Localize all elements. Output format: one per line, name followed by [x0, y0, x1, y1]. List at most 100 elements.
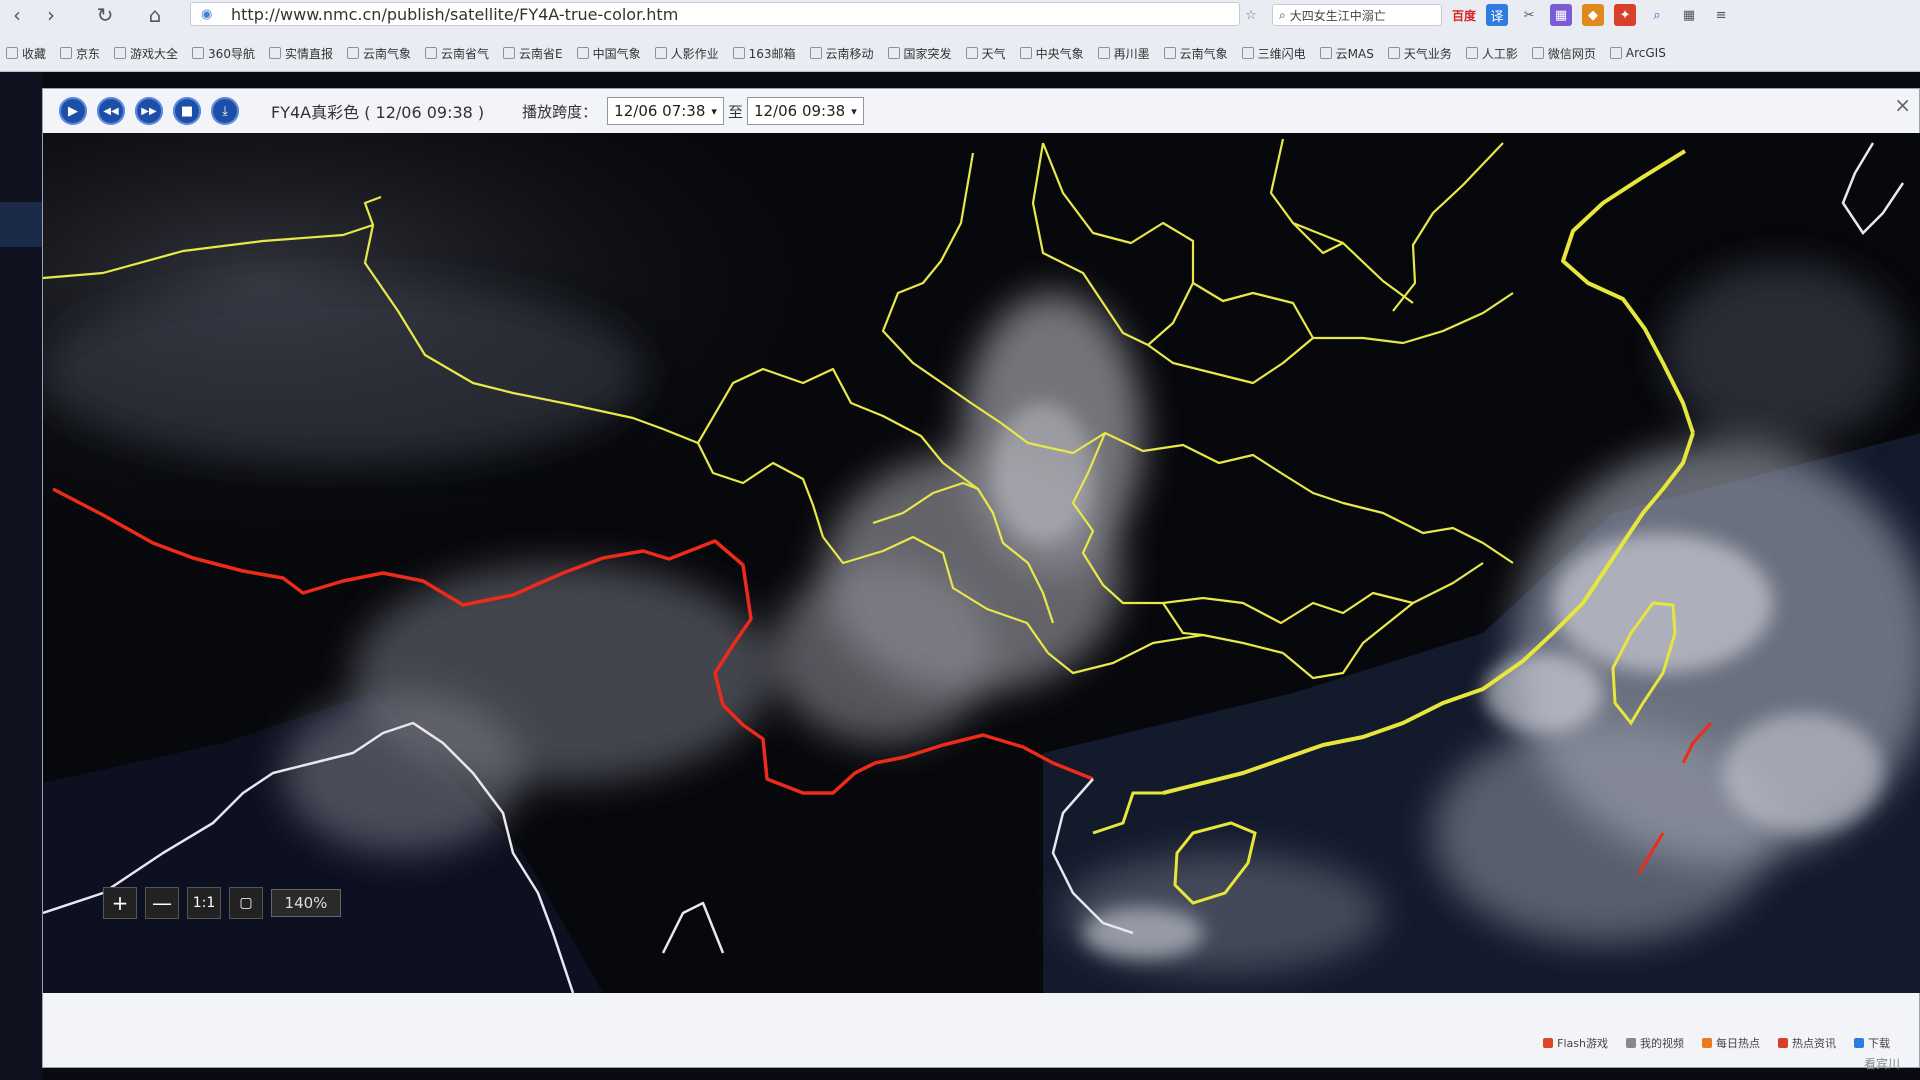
search-box[interactable]: ⌕ 大四女生江中溺亡 — [1272, 4, 1442, 26]
range-to-select[interactable]: 12/06 09:38 ▾ — [746, 97, 864, 125]
bookmark-item[interactable]: 京东 — [60, 45, 100, 62]
bookmark-item[interactable]: 云MAS — [1319, 45, 1374, 62]
bookmark-item[interactable]: 云南省E — [503, 45, 563, 62]
bookmark-item[interactable]: 三维闪电 — [1241, 45, 1306, 62]
bookmark-item[interactable]: ArcGIS — [1609, 46, 1666, 60]
left-panel-highlight — [0, 202, 42, 247]
search-icon: ⌕ — [1279, 7, 1286, 22]
bookmark-label: 中央气象 — [1035, 46, 1084, 61]
bookmark-item[interactable]: 中央气象 — [1019, 45, 1084, 62]
game-icon[interactable]: ✦ — [1614, 4, 1637, 26]
bookmark-item[interactable]: 再川墨 — [1097, 45, 1150, 62]
range-from-select[interactable]: 12/06 07:38 ▾ — [607, 97, 724, 125]
satellite-viewer-window: × ▶ ◀◀ ▶▶ ■ ⤓ FY4A真彩色 ( 12/06 09:38 ) 播放… — [42, 88, 1920, 1068]
zoom-out-button[interactable]: — — [145, 887, 179, 919]
bookmark-item[interactable]: 微信网页 — [1531, 45, 1596, 62]
bookmark-icon — [887, 47, 900, 59]
bookmark-label: 再川墨 — [1113, 46, 1150, 61]
url-text: http://www.nmc.cn/publish/satellite/FY4A… — [231, 4, 679, 24]
status-item[interactable]: Flash游戏 — [1543, 1035, 1608, 1051]
scissors-icon[interactable]: ✂ — [1518, 4, 1540, 26]
bookmarks-bar: 收藏 京东 游戏大全 360导航 实情直报 云南气象 云南省气 云南省E 中国气象 人影作业 163… — [0, 38, 1920, 68]
bookmark-label: 360导航 — [208, 46, 255, 61]
translate-icon[interactable]: 译 — [1486, 4, 1509, 26]
bookmark-label: 中国气象 — [592, 46, 641, 61]
left-panel-edge — [0, 72, 42, 1080]
browser-status-bar: Flash游戏 我的视频 每日热点 热点资讯 下载 — [42, 1018, 1920, 1068]
play-button[interactable]: ▶ — [59, 97, 87, 125]
extension-icon[interactable]: ▦ — [1550, 4, 1573, 26]
bookmark-icon — [732, 47, 745, 59]
menu-icon[interactable]: ≡ — [1710, 4, 1732, 26]
status-item[interactable]: 每日热点 — [1702, 1035, 1760, 1051]
bookmark-item[interactable]: 中国气象 — [576, 45, 641, 62]
bookmark-label: 人影作业 — [670, 46, 719, 61]
bookmark-item[interactable]: 天气 — [965, 45, 1006, 62]
bookmark-icon — [654, 47, 667, 59]
bookmark-item[interactable]: 云南气象 — [346, 45, 411, 62]
address-bar[interactable]: ◉ http://www.nmc.cn/publish/satellite/FY… — [190, 2, 1240, 26]
bookmark-label: 云MAS — [1335, 46, 1374, 61]
bookmark-icon — [1609, 47, 1622, 59]
step-back-button[interactable]: ◀◀ — [97, 97, 125, 125]
bookmark-item[interactable]: 天气业务 — [1387, 45, 1452, 62]
bookmark-icon — [424, 47, 437, 59]
status-item-label: 每日热点 — [1716, 1037, 1760, 1050]
bookmark-item[interactable]: 实情直报 — [268, 45, 333, 62]
bookmark-item[interactable]: 人影作业 — [654, 45, 719, 62]
bookmark-label: 云南气象 — [362, 46, 411, 61]
browser-toolbar-right: ☆ ⌕ 大四女生江中溺亡 百度 译 ✂ ▦ ◆ ✦ ⌕ ▦ ≡ — [1240, 2, 1920, 28]
status-item[interactable]: 下载 — [1854, 1035, 1890, 1051]
chevron-down-icon: ▾ — [711, 104, 717, 118]
bookmark-icon — [1465, 47, 1478, 59]
zoom-in-button[interactable]: + — [103, 887, 137, 919]
bookmark-label: 163邮箱 — [748, 46, 796, 61]
bookmark-icon — [114, 47, 127, 59]
bookmark-label: 实情直报 — [284, 46, 333, 61]
bookmark-icon — [1019, 47, 1032, 59]
bookmark-icon — [1319, 47, 1332, 59]
bookmark-item[interactable]: 云南移动 — [809, 45, 874, 62]
bookmark-item[interactable]: 国家突发 — [887, 45, 952, 62]
zoom-level: 140% — [271, 889, 341, 917]
range-from-value: 12/06 07:38 — [614, 102, 706, 120]
bookmark-icon — [1387, 47, 1400, 59]
bookmark-icon — [1097, 47, 1110, 59]
bookmark-item[interactable]: 人工影 — [1465, 45, 1518, 62]
bookmark-item[interactable]: 163邮箱 — [732, 45, 796, 62]
search-brand[interactable]: 百度 — [1452, 7, 1476, 24]
satellite-map[interactable]: + — 1:1 ▢ 140% — [43, 133, 1920, 993]
status-item-label: 下载 — [1868, 1037, 1890, 1050]
bookmark-icon — [192, 47, 205, 59]
bookmark-item[interactable]: 游戏大全 — [114, 45, 178, 62]
back-icon[interactable]: ‹ — [0, 2, 34, 28]
status-item[interactable]: 热点资讯 — [1778, 1035, 1836, 1051]
address-row: ‹ › ↻ ⌂ ◉ http://www.nmc.cn/publish/sate… — [0, 0, 1920, 30]
bookmark-icon — [576, 47, 589, 59]
status-item[interactable]: 我的视频 — [1626, 1035, 1684, 1051]
zoom-reset-button[interactable]: 1:1 — [187, 887, 221, 919]
bookmark-item[interactable]: 云南气象 — [1163, 45, 1228, 62]
bookmark-item[interactable]: 云南省气 — [424, 45, 489, 62]
bookmark-label: ArcGIS — [1625, 46, 1666, 60]
bookmark-icon — [1163, 47, 1176, 59]
home-icon[interactable]: ⌂ — [138, 2, 172, 28]
fit-view-button[interactable]: ▢ — [229, 887, 263, 919]
forward-icon[interactable]: › — [34, 2, 68, 28]
range-to-label: 至 — [727, 102, 743, 121]
grid-icon[interactable]: ▦ — [1678, 4, 1700, 26]
save-button[interactable]: ⤓ — [211, 97, 239, 125]
stop-button[interactable]: ■ — [173, 97, 201, 125]
bookmark-label: 三维闪电 — [1257, 46, 1306, 61]
bookmark-item[interactable]: 收藏 — [6, 45, 46, 62]
satellite-image — [43, 133, 1920, 993]
bookmark-item[interactable]: 360导航 — [192, 45, 255, 62]
search-tool-icon[interactable]: ⌕ — [1646, 4, 1668, 26]
step-forward-button[interactable]: ▶▶ — [135, 97, 163, 125]
shield-icon[interactable]: ◆ — [1582, 4, 1605, 26]
frame-title: FY4A真彩色 ( 12/06 09:38 ) — [271, 103, 485, 122]
bookmark-icon — [268, 47, 281, 59]
bookmark-icon — [1241, 47, 1254, 59]
star-icon[interactable]: ☆ — [1240, 4, 1262, 26]
refresh-icon[interactable]: ↻ — [88, 2, 122, 28]
